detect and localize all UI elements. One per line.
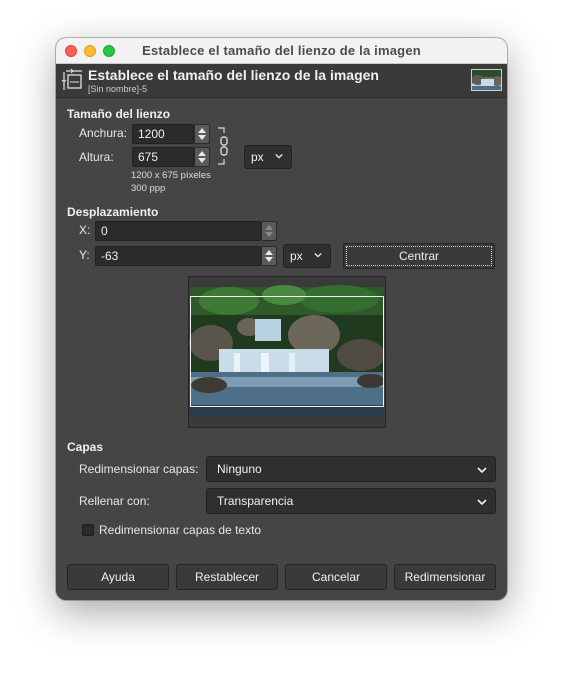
offset-x-spinner[interactable]: [261, 221, 277, 241]
center-button[interactable]: Centrar: [343, 243, 495, 269]
resize-layers-select[interactable]: Ninguno: [206, 456, 496, 482]
image-thumbnail: [471, 69, 502, 91]
window-title: Establece el tamaño del lienzo de la ima…: [142, 43, 421, 58]
reset-button[interactable]: Restablecer: [176, 564, 278, 590]
title-bar: Establece el tamaño del lienzo de la ima…: [56, 38, 507, 64]
resize-button[interactable]: Redimensionar: [394, 564, 496, 590]
offset-y-label: Y:: [79, 248, 90, 262]
preview-image: [189, 285, 385, 417]
canvas-size-section-title: Tamaño del lienzo: [67, 107, 171, 121]
chain-link-icon[interactable]: [216, 126, 232, 166]
image-name: [Sin nombre]-5: [88, 84, 148, 94]
resize-layers-label: Redimensionar capas:: [79, 462, 199, 476]
resolution-info: 300 ppp: [131, 183, 166, 194]
chevron-down-icon: [477, 499, 487, 506]
height-label: Altura:: [79, 150, 114, 164]
size-unit-value: px: [251, 150, 264, 164]
width-label: Anchura:: [79, 126, 128, 140]
resize-layers-value: Ninguno: [217, 462, 262, 476]
cancel-button[interactable]: Cancelar: [285, 564, 387, 590]
offset-x-label: X:: [79, 223, 91, 237]
canvas-size-icon: [61, 68, 82, 90]
chevron-down-icon: [477, 467, 487, 474]
offset-preview[interactable]: [188, 276, 386, 428]
offset-unit-value: px: [290, 249, 303, 263]
fill-with-value: Transparencia: [217, 494, 294, 508]
fill-with-label: Rellenar con:: [79, 494, 150, 508]
size-unit-select[interactable]: px: [244, 145, 292, 169]
canvas-size-dialog: Establece el tamaño del lienzo de la ima…: [56, 38, 507, 600]
dialog-title: Establece el tamaño del lienzo de la ima…: [88, 67, 379, 83]
offset-y-input[interactable]: -63: [95, 246, 261, 266]
height-input[interactable]: 675: [132, 147, 194, 167]
dialog-header: Establece el tamaño del lienzo de la ima…: [56, 64, 507, 98]
width-input[interactable]: 1200: [132, 124, 194, 144]
layers-section-title: Capas: [67, 440, 104, 454]
resize-text-layers-checkbox[interactable]: [82, 524, 94, 536]
offset-unit-select[interactable]: px: [283, 244, 331, 268]
offset-y-spinner[interactable]: [261, 246, 277, 266]
chevron-down-icon: [314, 252, 322, 258]
chevron-down-icon: [275, 153, 283, 159]
size-info: 1200 x 675 píxeles: [131, 170, 211, 181]
fill-with-select[interactable]: Transparencia: [206, 488, 496, 514]
height-spinner[interactable]: [194, 147, 210, 167]
width-spinner[interactable]: [194, 124, 210, 144]
offset-x-input[interactable]: 0: [95, 221, 261, 241]
help-button[interactable]: Ayuda: [67, 564, 169, 590]
resize-text-layers-label: Redimensionar capas de texto: [99, 523, 262, 537]
offset-section-title: Desplazamiento: [67, 205, 159, 219]
